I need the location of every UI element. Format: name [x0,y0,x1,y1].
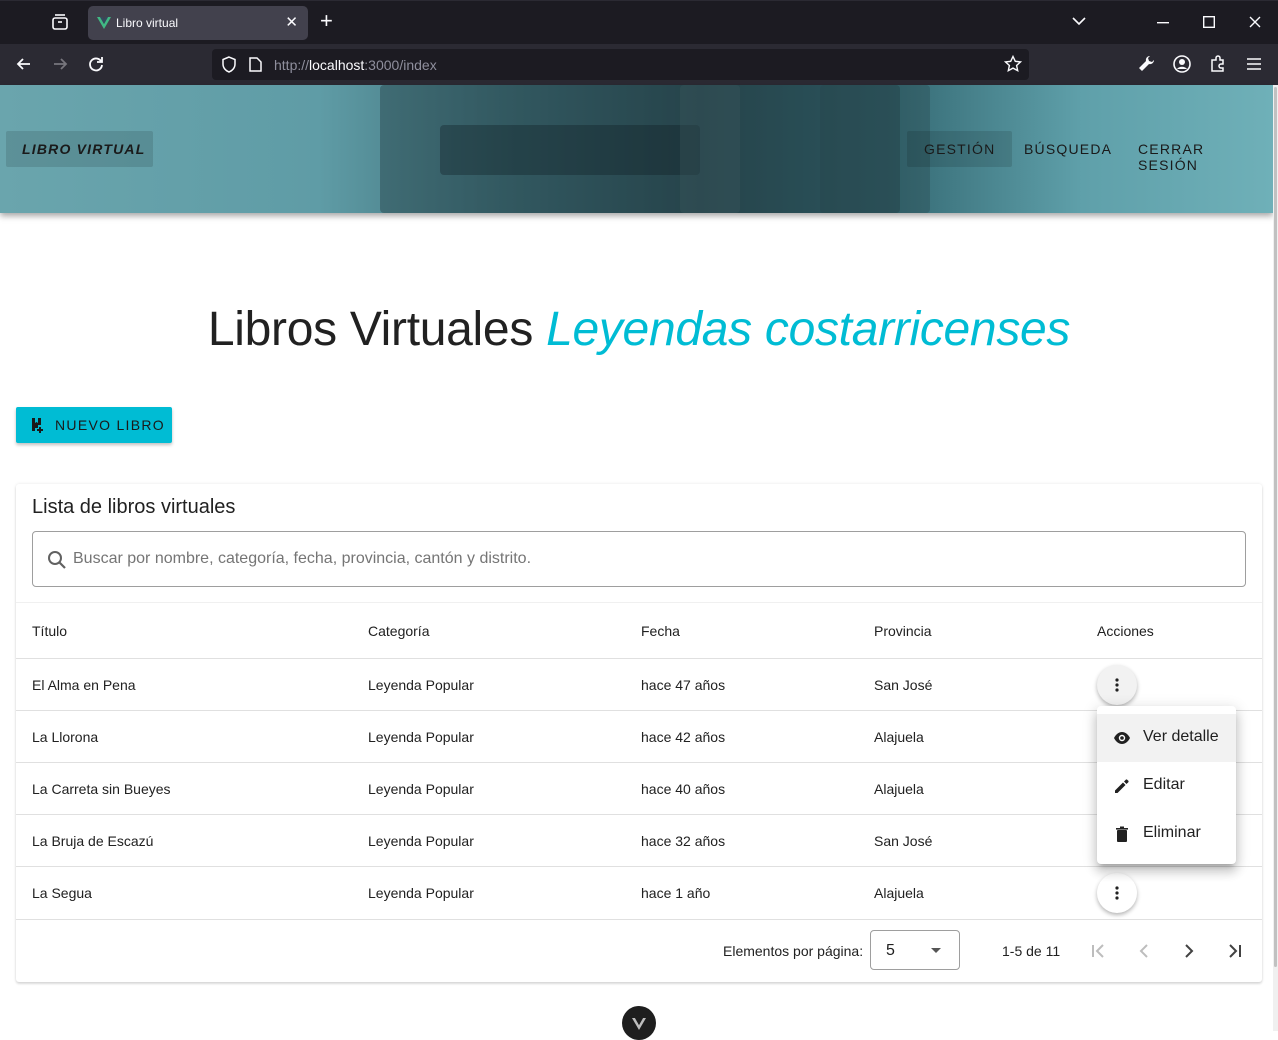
table-row: El Alma en Pena Leyenda Popular hace 47 … [16,659,1262,711]
search-input[interactable] [73,547,1223,571]
nav-cerrar-sesion[interactable]: CERRAR SESIÓN [1121,131,1273,173]
cell-categoria: Leyenda Popular [368,885,474,901]
cell-fecha: hace 40 años [641,781,726,797]
cell-provincia: Alajuela [874,885,924,901]
account-icon[interactable] [1172,54,1192,74]
page-title-accent: Leyendas costarricenses [546,303,1071,356]
app-header: LIBRO VIRTUAL GESTIÓN BÚSQUEDA CERRAR SE… [0,85,1273,213]
cell-fecha: hace 42 años [641,729,726,745]
cell-categoria: Leyenda Popular [368,729,474,745]
page-scrollbar[interactable] [1273,85,1278,1031]
shield-icon[interactable] [221,56,237,73]
pencil-icon [1115,779,1129,793]
table-header: Título Categoría Fecha Provincia Accione… [16,602,1262,659]
menu-item-edit[interactable]: Editar [1097,762,1236,810]
items-per-page-select[interactable]: 5 [870,930,960,970]
url-text: http://localhost:3000/index [274,57,437,73]
app-menu-icon[interactable] [1244,54,1264,74]
vue-logo-icon [97,17,111,29]
browser-toolbar: http://localhost:3000/index [0,44,1278,85]
maximize-icon[interactable] [1203,16,1215,28]
previous-page-icon[interactable] [1132,939,1156,963]
vue-devtools-button[interactable] [622,1006,656,1040]
bookmark-star-icon[interactable] [1004,55,1022,73]
book-plus-icon [32,418,43,433]
items-per-page-label: Elementos por página: [723,943,864,959]
vue-logo-icon [632,1018,646,1030]
cell-provincia: San José [874,833,933,849]
eye-icon [1114,732,1130,744]
address-bar[interactable]: http://localhost:3000/index [212,49,1029,80]
browser-tab[interactable]: Libro virtual ✕ [88,6,308,40]
trash-icon [1116,826,1128,842]
row-actions-button[interactable] [1097,873,1137,913]
nav-busqueda[interactable]: BÚSQUEDA [1007,131,1129,167]
header-titulo[interactable]: Título [32,623,67,639]
cell-titulo: La Carreta sin Bueyes [32,781,171,797]
more-vertical-icon [1115,886,1119,900]
back-icon[interactable] [14,54,34,74]
card-title: Lista de libros virtuales [32,496,236,518]
cell-fecha: hace 32 años [641,833,726,849]
row-actions-menu: Ver detalle Editar Eliminar [1097,706,1236,864]
page-title-main: Libros Virtuales [207,303,534,356]
cell-provincia: Alajuela [874,781,924,797]
last-page-icon[interactable] [1223,939,1247,963]
page-icon[interactable] [249,57,262,72]
cell-fecha: hace 47 años [641,677,726,693]
cell-categoria: Leyenda Popular [368,833,474,849]
dropdown-caret-icon [931,948,941,953]
menu-item-label: Ver detalle [1143,728,1219,745]
pagination-range: 1-5 de 11 [1002,943,1061,959]
menu-item-label: Editar [1143,776,1185,793]
header-provincia[interactable]: Provincia [874,623,932,639]
new-book-label: NUEVO LIBRO [55,417,165,433]
browser-tab-strip: Libro virtual ✕ + [0,0,1278,44]
new-tab-icon[interactable]: + [320,10,333,32]
cell-titulo: La Segua [32,885,92,901]
menu-item-label: Eliminar [1143,824,1201,841]
books-card: Lista de libros virtuales Título Categor… [16,484,1262,982]
forward-icon[interactable] [50,54,70,74]
menu-item-view-detail[interactable]: Ver detalle [1097,714,1236,762]
close-window-icon[interactable] [1249,16,1261,28]
table-row: La Segua Leyenda Popular hace 1 año Alaj… [16,867,1262,920]
cell-categoria: Leyenda Popular [368,781,474,797]
first-page-icon[interactable] [1086,939,1110,963]
header-categoria[interactable]: Categoría [368,623,429,639]
reload-icon[interactable] [86,54,106,74]
table-row: La Carreta sin Bueyes Leyenda Popular ha… [16,763,1262,815]
close-tab-icon[interactable]: ✕ [285,13,298,31]
search-field[interactable] [32,531,1246,587]
cell-titulo: La Llorona [32,729,99,745]
cell-provincia: San José [874,677,933,693]
brand-title[interactable]: LIBRO VIRTUAL [6,131,153,167]
minimize-icon[interactable] [1157,22,1169,24]
cell-titulo: La Bruja de Escazú [32,833,154,849]
new-book-button[interactable]: NUEVO LIBRO [16,407,172,443]
table-row: La Llorona Leyenda Popular hace 42 años … [16,711,1262,763]
extensions-icon[interactable] [1208,54,1228,74]
tab-title: Libro virtual [116,16,179,30]
cell-provincia: Alajuela [874,729,924,745]
header-acciones: Acciones [1097,623,1154,639]
list-tabs-icon[interactable] [1072,16,1086,26]
scrollbar-thumb[interactable] [1274,87,1277,967]
search-icon [48,551,66,569]
more-vertical-icon [1115,678,1119,692]
menu-item-delete[interactable]: Eliminar [1097,810,1236,858]
cell-titulo: El Alma en Pena [32,677,136,693]
next-page-icon[interactable] [1177,939,1201,963]
row-actions-button[interactable] [1097,665,1137,705]
page-title: Libros Virtuales Leyendas costarricenses [0,302,1278,357]
nav-gestion[interactable]: GESTIÓN [907,131,1013,167]
table-row: La Bruja de Escazú Leyenda Popular hace … [16,815,1262,867]
wrench-icon[interactable] [1136,54,1156,74]
header-fecha[interactable]: Fecha [641,623,680,639]
cell-categoria: Leyenda Popular [368,677,474,693]
cell-fecha: hace 1 año [641,885,711,901]
tab-overview-icon[interactable] [51,13,69,31]
items-per-page-value: 5 [886,942,895,959]
